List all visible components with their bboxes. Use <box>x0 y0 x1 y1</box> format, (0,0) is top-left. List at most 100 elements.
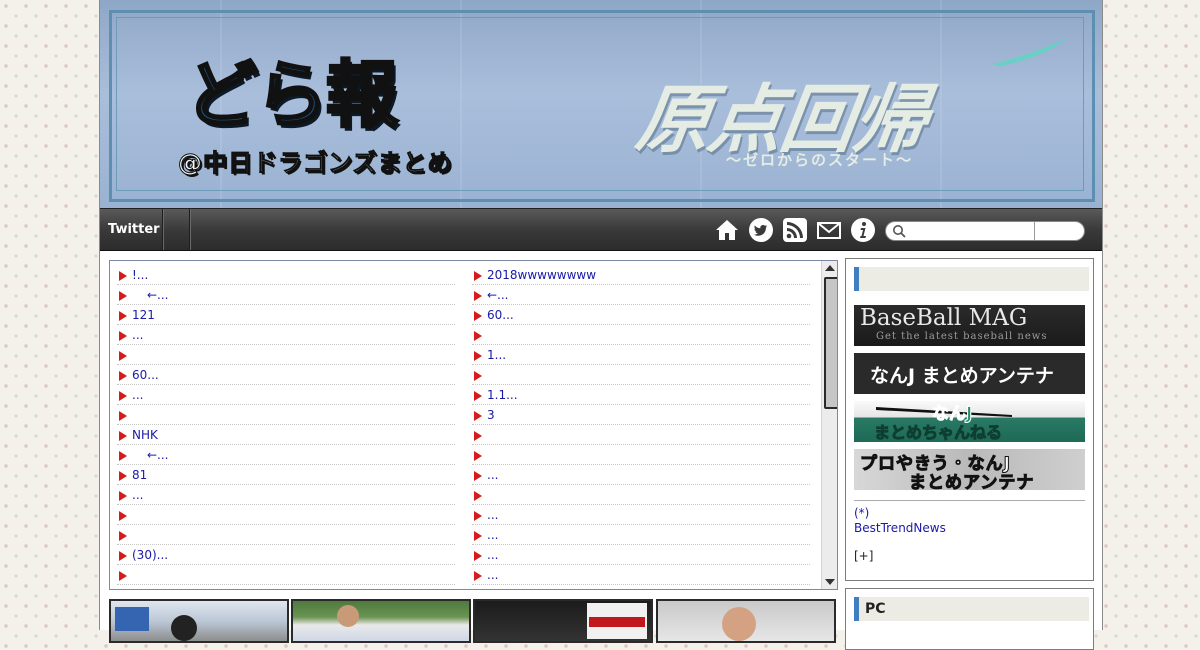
list-item[interactable]: ... <box>472 526 810 545</box>
article-list-right: 2018wwwwwwww ←... 60... 1... 1.1... 3........… <box>472 266 810 589</box>
list-item-link[interactable]: 81 <box>132 468 147 482</box>
list-item[interactable]: !... <box>117 266 455 285</box>
list-item[interactable]: NHK <box>117 426 455 445</box>
list-item[interactable] <box>117 346 455 365</box>
list-item[interactable]: 1... <box>472 346 810 365</box>
list-item[interactable]: ... <box>117 386 455 405</box>
list-item-link[interactable]: ←... <box>487 288 509 302</box>
list-item[interactable]: 3 <box>472 406 810 425</box>
search-icon[interactable] <box>892 224 906 238</box>
scroll-thumb[interactable] <box>824 277 837 409</box>
sidebar-divider <box>854 500 1085 501</box>
list-item[interactable] <box>472 426 810 445</box>
article-thumbnail[interactable] <box>656 599 836 643</box>
list-scrollbar[interactable] <box>821 261 837 589</box>
bullet-arrow-icon <box>474 431 482 441</box>
bullet-arrow-icon <box>474 331 482 341</box>
bullet-arrow-icon <box>474 311 482 321</box>
list-item-link[interactable]: ←... <box>147 448 169 462</box>
pro-yakiu-antenna-banner[interactable]: プロやきう・なんJ まとめアンテナ <box>854 449 1085 490</box>
list-item-link[interactable]: 60... <box>132 368 159 382</box>
list-item[interactable]: 81 <box>117 466 455 485</box>
sidebar-pc-box: PC <box>845 588 1094 650</box>
list-item-link[interactable]: 60... <box>487 308 514 322</box>
rss-icon[interactable] <box>783 218 807 242</box>
nanj-antenna-banner[interactable]: なんJ まとめアンテナ <box>854 353 1085 394</box>
list-item[interactable]: ... <box>472 546 810 565</box>
article-thumbnail[interactable] <box>109 599 289 643</box>
thumbnail-graphic <box>171 615 197 641</box>
list-item[interactable] <box>117 566 455 585</box>
list-item[interactable] <box>117 586 455 589</box>
list-item[interactable] <box>117 406 455 425</box>
list-item[interactable]: 121 <box>117 306 455 325</box>
list-item-link[interactable]: ... <box>487 508 498 522</box>
bullet-arrow-icon <box>119 331 127 341</box>
twitter-icon[interactable] <box>749 218 773 242</box>
list-item-link[interactable]: 121 <box>132 308 155 322</box>
banner-title: BaseBall MAG <box>860 305 1028 331</box>
bullet-arrow-icon <box>119 271 127 281</box>
nav-twitter-link[interactable]: Twitter <box>108 209 160 250</box>
list-item[interactable] <box>117 526 455 545</box>
bullet-arrow-icon <box>474 451 482 461</box>
article-list-left: !... ←... 121... 60...... NHK ←... 81... (30)..… <box>117 266 455 589</box>
scroll-down-icon[interactable] <box>825 579 835 585</box>
list-item-link[interactable]: !... <box>132 268 148 282</box>
list-item[interactable] <box>117 506 455 525</box>
list-item[interactable]: 1.1... <box>472 386 810 405</box>
nanj-channel-banner[interactable]: なんJ まとめちゃんねる <box>854 401 1085 442</box>
search-input[interactable] <box>908 223 1030 237</box>
list-item-link[interactable]: ... <box>132 328 143 342</box>
bullet-arrow-icon <box>474 491 482 501</box>
scroll-up-icon[interactable] <box>825 265 835 271</box>
list-item-link[interactable]: ... <box>487 468 498 482</box>
article-thumbnail[interactable] <box>291 599 471 643</box>
list-item[interactable]: (30)... <box>117 546 455 565</box>
list-item-link[interactable]: 2018wwwwwwww <box>487 268 596 282</box>
list-item[interactable] <box>472 486 810 505</box>
list-item-link[interactable]: ... <box>487 568 498 582</box>
bullet-arrow-icon <box>474 571 482 581</box>
bullet-arrow-icon <box>119 471 127 481</box>
article-thumbnail[interactable] <box>473 599 653 643</box>
list-item[interactable]: 2018wwwwwwww <box>472 266 810 285</box>
list-item[interactable] <box>472 366 810 385</box>
list-item[interactable]: ... <box>472 506 810 525</box>
sidebar-expand-button[interactable]: [+] <box>854 549 873 563</box>
list-item[interactable]: ... <box>117 486 455 505</box>
list-item[interactable]: ... <box>472 566 810 585</box>
list-item-link[interactable]: 1... <box>487 348 506 362</box>
mail-icon[interactable] <box>817 218 841 242</box>
banner-subtitle: まとめちゃんねる <box>873 423 1003 443</box>
besttrendnews-link[interactable]: BestTrendNews <box>854 521 946 535</box>
list-item[interactable]: ... <box>117 326 455 345</box>
list-item[interactable]: ←... <box>117 286 455 305</box>
sidebar-star-link[interactable]: (*) <box>854 506 869 520</box>
site-logo[interactable]: どら報 <box>184 36 399 141</box>
list-item[interactable] <box>472 446 810 465</box>
list-item[interactable] <box>472 326 810 345</box>
list-item[interactable]: ←... <box>472 286 810 305</box>
list-item-link[interactable]: (30)... <box>132 548 168 562</box>
baseball-mag-banner[interactable]: BaseBall MAG Get the latest baseball new… <box>854 305 1085 346</box>
list-item[interactable] <box>472 586 810 589</box>
list-item-link[interactable]: ... <box>132 388 143 402</box>
list-item-link[interactable]: ... <box>132 488 143 502</box>
list-item[interactable]: 60... <box>117 366 455 385</box>
list-item-link[interactable]: 1.1... <box>487 388 518 402</box>
list-item[interactable]: 60... <box>472 306 810 325</box>
header-banner[interactable]: どら報 @中日ドラゴンズまとめ 原点回帰 〜ゼロからのスタート〜 <box>100 0 1102 208</box>
bullet-arrow-icon <box>474 411 482 421</box>
nav-separator <box>189 209 190 250</box>
nav-separator <box>162 209 163 250</box>
list-item-link[interactable]: ... <box>487 528 498 542</box>
list-item[interactable]: ... <box>472 466 810 485</box>
list-item-link[interactable]: 3 <box>487 408 495 422</box>
list-item-link[interactable]: ... <box>487 548 498 562</box>
list-item-link[interactable]: ←... <box>147 288 169 302</box>
list-item-link[interactable]: NHK <box>132 428 158 442</box>
home-icon[interactable] <box>715 218 739 242</box>
list-item[interactable]: ←... <box>117 446 455 465</box>
info-icon[interactable] <box>851 218 875 242</box>
